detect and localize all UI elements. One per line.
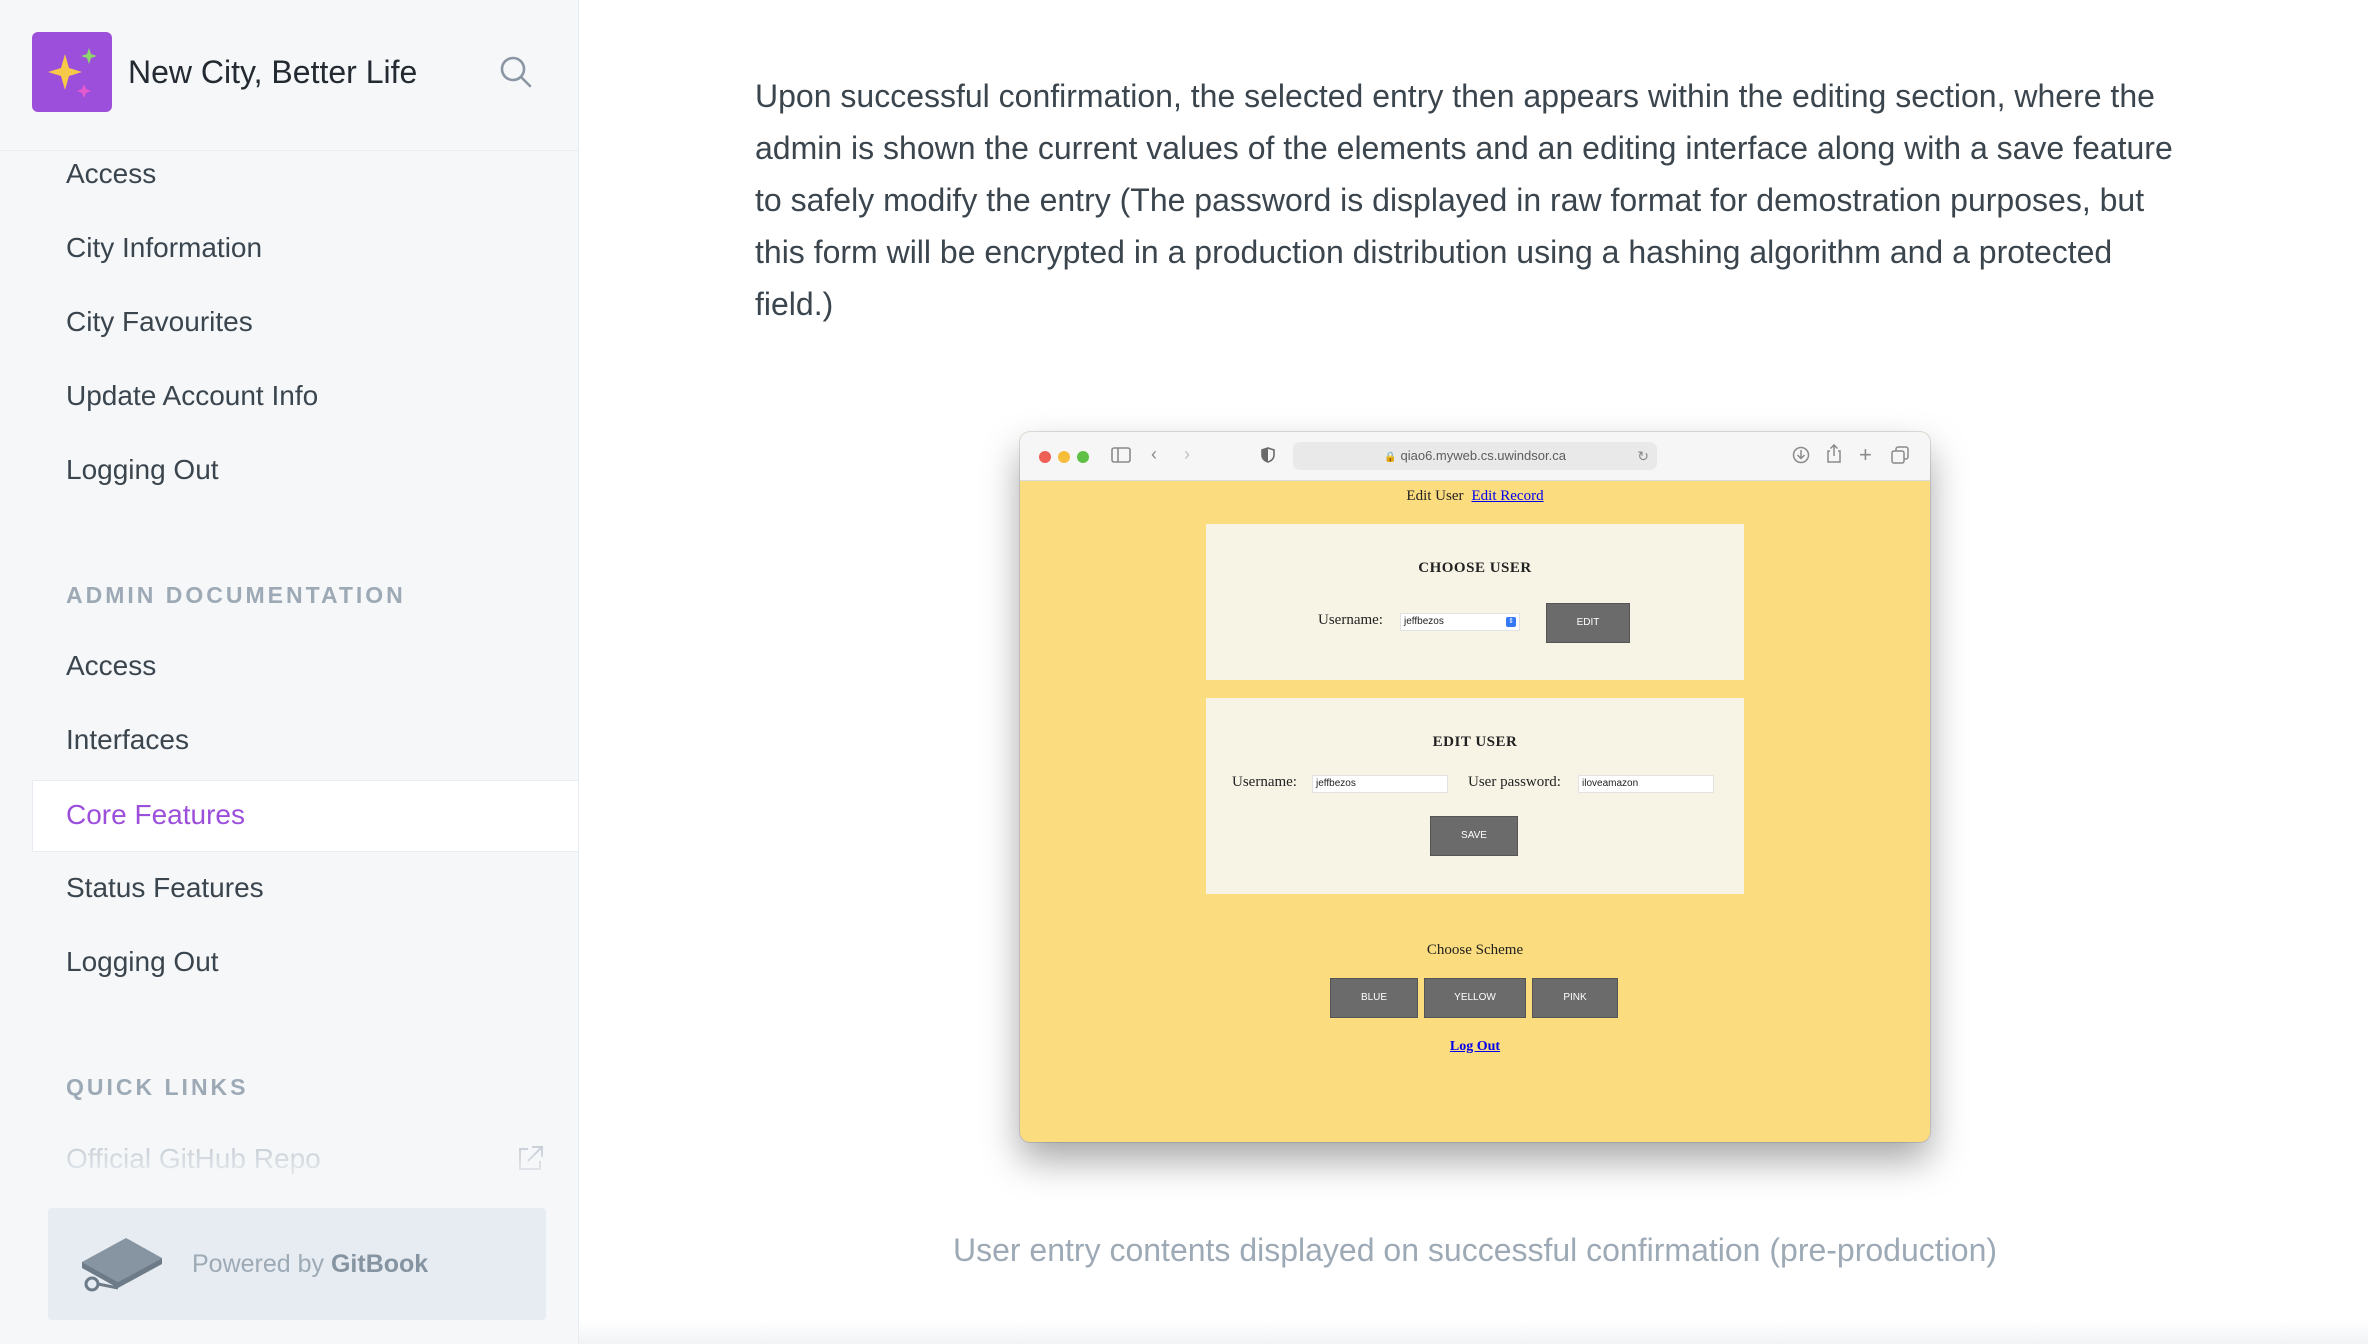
sidebar-item-access[interactable]: Access [66,158,156,190]
logout-link: Log Out [1449,1039,1501,1054]
nav-edit-user: Edit User [1406,488,1464,504]
sidebar-item-update-account-info[interactable]: Update Account Info [66,380,318,412]
scheme-pink-button: PINK [1532,978,1618,1018]
sidebar-item-admin-access[interactable]: Access [66,650,156,682]
powered-brand: GitBook [330,1250,429,1278]
choose-username-select: jeffbezos ⇕ [1400,613,1520,631]
quick-link-github-repo[interactable]: Official GitHub Repo [66,1143,546,1179]
sidebar-item-city-information[interactable]: City Information [66,232,262,264]
forward-icon: › [1184,444,1190,464]
edit-password-label: User password: [1468,774,1561,790]
bottom-shade [579,1320,2368,1344]
share-icon [1827,444,1841,463]
edit-button: EDIT [1546,603,1630,643]
edit-username-label: Username: [1232,774,1297,790]
logout-row: Log Out [1020,1038,1930,1055]
figure-caption: User entry contents displayed on success… [952,1232,1998,1268]
body-paragraph: Upon successful confirmation, the select… [755,78,2173,322]
edit-password-value: iloveamazon [1582,778,1639,789]
powered-prefix: Powered by [192,1250,325,1278]
shield-icon [1261,447,1275,463]
sidebar-toggle-icon [1111,447,1131,463]
tabs-overview-icon [1891,446,1909,464]
choose-username-value: jeffbezos [1404,616,1444,627]
sidebar-item-label-active: Core Features [66,799,245,830]
edit-password-input: iloveamazon [1578,775,1714,793]
powered-by-gitbook[interactable]: Powered by GitBook [48,1208,546,1320]
sidebar-item-admin-logging-out[interactable]: Logging Out [66,946,219,978]
address-text: qiao6.myweb.cs.uwindsor.ca [1400,448,1566,463]
scheme-blue-button: BLUE [1330,978,1418,1018]
sidebar-item-interfaces[interactable]: Interfaces [66,724,189,756]
sidebar-item-core-features[interactable]: Core Features [32,780,578,852]
edit-username-value: jeffbezos [1316,778,1356,789]
sidebar-item-status-features[interactable]: Status Features [66,872,264,904]
brand-title: New City, Better Life [128,53,418,90]
scheme-yellow-button: YELLOW [1424,978,1526,1018]
edit-user-title: EDIT USER [1432,734,1518,750]
close-dot-icon [1039,451,1051,463]
section-heading-quick-links: QUICK LINKS [66,1074,249,1100]
nav-edit-record-link: Edit Record [1471,488,1544,504]
choose-user-card: CHOOSE USER Username: jeffbezos ⇕ EDIT [1206,524,1744,680]
browser-titlebar: ‹ › 🔒 qiao6.myweb.cs.uwindsor.ca ↻ + [1020,432,1930,481]
screenshot-page-nav: Edit User Edit Record [1020,488,1930,505]
maximize-dot-icon [1077,451,1089,463]
sidebar-item-city-favourites[interactable]: City Favourites [66,306,253,338]
minimize-dot-icon [1058,451,1070,463]
brand[interactable]: New City, Better Life [32,32,417,112]
edit-username-input: jeffbezos [1312,775,1448,793]
reload-icon: ↻ [1637,448,1649,464]
choose-username-label: Username: [1318,612,1383,628]
lock-icon: 🔒 [1384,452,1397,463]
gitbook-icon [82,1238,162,1292]
scheme-title: Choose Scheme [1426,942,1524,958]
new-tab-icon: + [1859,442,1872,467]
sidebar-item-logging-out[interactable]: Logging Out [66,454,219,486]
embedded-screenshot: ‹ › 🔒 qiao6.myweb.cs.uwindsor.ca ↻ + Edit… [1020,432,1930,1142]
powered-text: Powered by GitBook [192,1250,428,1279]
save-button: SAVE [1430,816,1518,856]
brand-divider [0,150,578,151]
section-heading-admin: ADMIN DOCUMENTATION [66,582,406,608]
download-icon [1792,446,1810,464]
sidebar: New City, Better Life Access City Inform… [0,0,579,1344]
back-icon: ‹ [1151,444,1157,464]
quick-link-label: Official GitHub Repo [66,1143,321,1174]
address-bar: 🔒 qiao6.myweb.cs.uwindsor.ca ↻ [1293,442,1657,470]
choose-user-title: CHOOSE USER [1418,560,1532,576]
app-logo [32,32,112,112]
select-arrow-icon: ⇕ [1506,617,1516,627]
search-icon[interactable] [496,52,536,92]
external-link-icon [519,1146,543,1170]
edit-user-card: EDIT USER Username: jeffbezos User passw… [1206,698,1744,894]
